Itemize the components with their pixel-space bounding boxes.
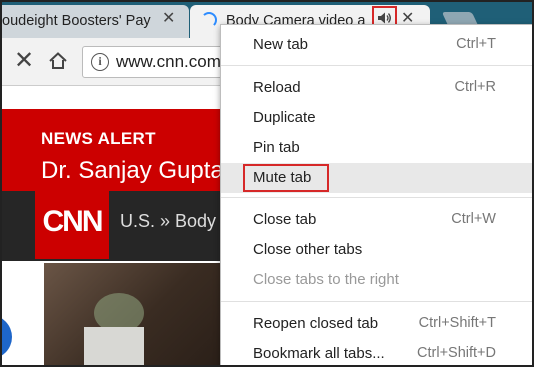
menu-item-label: Close other tabs: [253, 241, 363, 258]
home-icon[interactable]: [48, 51, 68, 71]
tab-context-menu: New tab Ctrl+T Reload Ctrl+R Duplicate P…: [220, 24, 533, 367]
cnn-logo[interactable]: CNN: [35, 185, 109, 259]
menu-separator: [221, 65, 532, 66]
menu-item-shortcut: Ctrl+R: [454, 79, 497, 95]
menu-separator: [221, 301, 532, 302]
close-icon[interactable]: ✕: [162, 11, 175, 27]
menu-item-label: Reload: [253, 79, 301, 96]
floating-button[interactable]: [0, 315, 12, 359]
news-alert-label: NEWS ALERT: [41, 129, 156, 148]
menu-item-reopen-closed-tab[interactable]: Reopen closed tab Ctrl+Shift+T: [221, 309, 532, 339]
menu-item-new-tab[interactable]: New tab Ctrl+T: [221, 30, 532, 60]
menu-item-close-tab[interactable]: Close tab Ctrl+W: [221, 205, 532, 235]
menu-item-mute-tab[interactable]: Mute tab: [221, 163, 532, 193]
menu-item-label: Close tabs to the right: [253, 271, 399, 288]
menu-item-bookmark-all-tabs[interactable]: Bookmark all tabs... Ctrl+Shift+D: [221, 339, 532, 367]
url-text[interactable]: www.cnn.com: [116, 52, 221, 72]
highlight-box: [243, 164, 329, 192]
menu-item-shortcut: Ctrl+Shift+D: [417, 345, 496, 361]
menu-item-duplicate[interactable]: Duplicate: [221, 103, 532, 133]
menu-item-pin-tab[interactable]: Pin tab: [221, 133, 532, 163]
tab-boosters[interactable]: oudeight Boosters' Pay ✕: [0, 5, 189, 38]
article-photo: [44, 263, 224, 367]
menu-item-label: Pin tab: [253, 139, 300, 156]
menu-separator: [221, 197, 532, 198]
menu-item-shortcut: Ctrl+W: [451, 211, 496, 227]
menu-item-label: Bookmark all tabs...: [253, 345, 385, 362]
menu-item-reload[interactable]: Reload Ctrl+R: [221, 73, 532, 103]
stop-icon[interactable]: ✕: [14, 49, 34, 73]
pot-image: [84, 327, 144, 367]
info-icon[interactable]: i: [91, 53, 109, 71]
loading-spinner-icon: [201, 12, 217, 28]
menu-item-label: Duplicate: [253, 109, 316, 126]
menu-item-shortcut: Ctrl+Shift+T: [418, 315, 496, 331]
menu-item-label: Close tab: [253, 211, 317, 228]
menu-item-label: New tab: [253, 36, 309, 53]
menu-item-shortcut: Ctrl+T: [456, 36, 496, 52]
tab-title: oudeight Boosters' Pay: [2, 13, 151, 29]
breadcrumb[interactable]: U.S. » Body: [120, 211, 216, 232]
menu-item-close-other-tabs[interactable]: Close other tabs: [221, 235, 532, 265]
menu-item-close-tabs-right[interactable]: Close tabs to the right: [221, 265, 532, 295]
menu-item-label: Reopen closed tab: [253, 315, 379, 332]
headline[interactable]: Dr. Sanjay Gupta: [41, 157, 224, 185]
